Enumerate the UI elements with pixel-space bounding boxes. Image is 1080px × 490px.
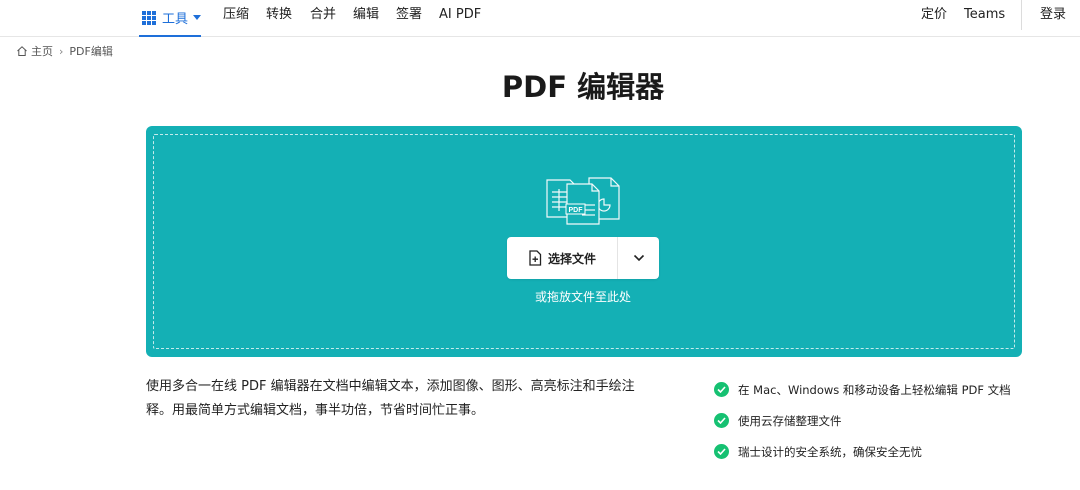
nav-teams[interactable]: Teams <box>964 0 1005 30</box>
feature-text: 使用云存储整理文件 <box>738 413 842 428</box>
nav-sign[interactable]: 签署 <box>396 0 422 30</box>
file-source-dropdown[interactable] <box>618 237 659 279</box>
select-file-label: 选择文件 <box>547 251 596 266</box>
nav-divider <box>1021 0 1022 30</box>
feature-item: 在 Mac、Windows 和移动设备上轻松编辑 PDF 文档 <box>714 374 1054 405</box>
top-nav: 工具 压缩 转换 合并 编辑 签署 AI PDF 定价 Teams 登录 <box>0 0 1080 37</box>
caret-down-icon <box>193 15 201 20</box>
chevron-down-icon <box>633 254 644 262</box>
select-file-group: 选择文件 <box>507 237 659 279</box>
documents-icon: PDF <box>546 177 620 225</box>
feature-item: 瑞士设计的安全系统，确保安全无忧 <box>714 436 1054 467</box>
breadcrumb: 主页 › PDF编辑 <box>16 43 113 59</box>
tool-description: 使用多合一在线 PDF 编辑器在文档中编辑文本，添加图像、图形、高亮标注和手绘注… <box>146 379 635 418</box>
home-icon <box>17 46 27 56</box>
login-link[interactable]: 登录 <box>1040 0 1066 30</box>
feature-text: 瑞士设计的安全系统，确保安全无忧 <box>738 444 922 459</box>
tools-label: 工具 <box>162 12 189 27</box>
nav-compress[interactable]: 压缩 <box>223 0 249 30</box>
check-icon <box>714 413 729 428</box>
check-icon <box>714 382 729 397</box>
add-file-icon <box>529 250 542 266</box>
breadcrumb-current: PDF编辑 <box>69 45 113 58</box>
nav-ai-pdf[interactable]: AI PDF <box>439 0 481 30</box>
drop-hint: 或拖放文件至此处 <box>534 290 631 304</box>
feature-item: 使用云存储整理文件 <box>714 405 1054 436</box>
feature-list: 在 Mac、Windows 和移动设备上轻松编辑 PDF 文档 使用云存储整理文… <box>714 374 1054 467</box>
breadcrumb-home[interactable]: 主页 <box>31 43 53 59</box>
nav-pricing[interactable]: 定价 <box>921 0 947 30</box>
nav-convert[interactable]: 转换 <box>266 0 292 30</box>
select-file-button[interactable]: 选择文件 <box>507 237 618 279</box>
grid-icon <box>142 10 156 25</box>
feature-text: 在 Mac、Windows 和移动设备上轻松编辑 PDF 文档 <box>738 382 1011 397</box>
nav-merge[interactable]: 合并 <box>310 0 336 30</box>
breadcrumb-separator: › <box>59 44 64 58</box>
tools-menu[interactable]: 工具 <box>139 0 201 37</box>
page-title: PDF 编辑器 <box>501 70 665 104</box>
pdf-badge-text: PDF <box>569 207 584 214</box>
check-icon <box>714 444 729 459</box>
nav-edit[interactable]: 编辑 <box>353 0 379 30</box>
